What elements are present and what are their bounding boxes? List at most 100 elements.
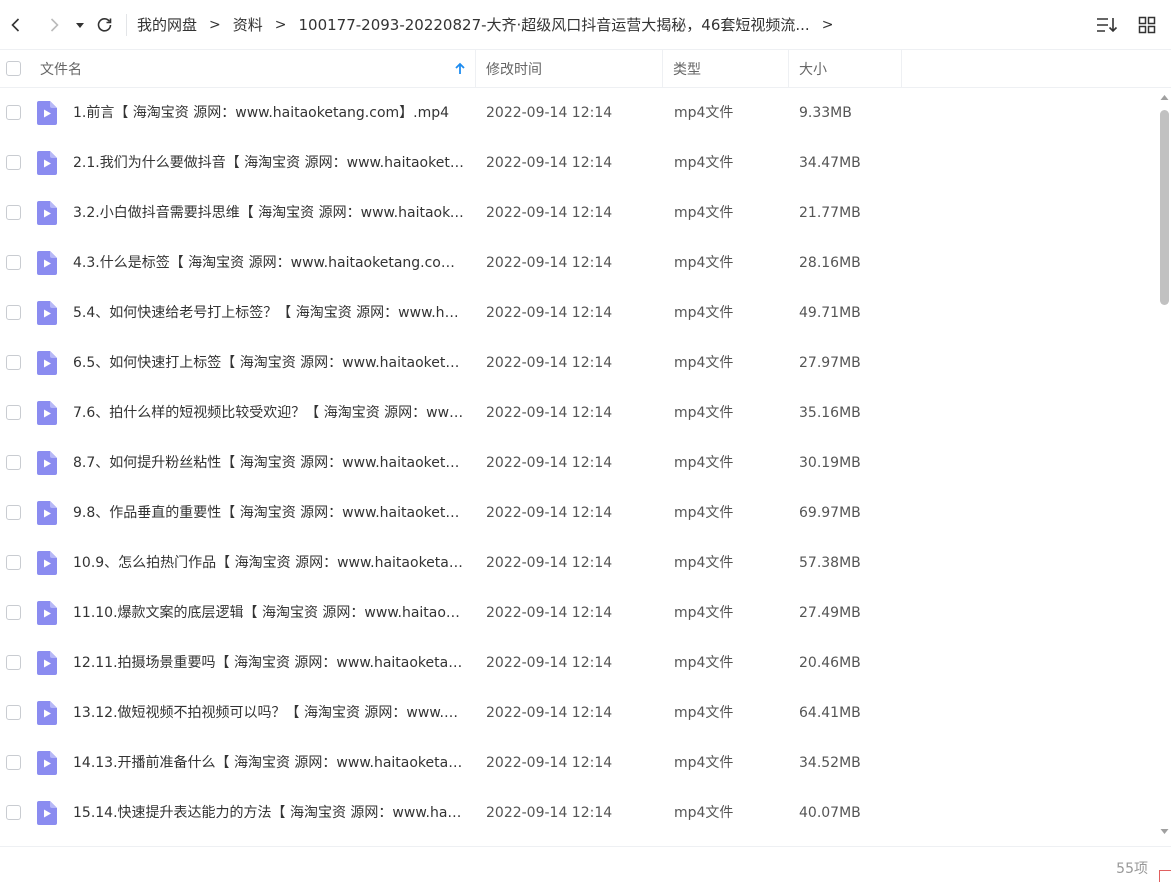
file-name[interactable]: 12.11.拍摄场景重要吗【 海淘宝资 源网：www.haitaoketang.… <box>73 653 465 673</box>
file-name[interactable]: 9.8、作品垂直的重要性【 海淘宝资 源网：www.haitaoketang.c… <box>73 503 465 523</box>
file-name[interactable]: 6.5、如何快速打上标签【 海淘宝资 源网：www.haitaoketang.c… <box>73 353 465 373</box>
file-name[interactable]: 1.前言【 海淘宝资 源网：www.haitaoketang.com】.mp4 <box>73 103 465 123</box>
column-header-name-label: 文件名 <box>40 61 82 78</box>
file-row[interactable]: 2.1.我们为什么要做抖音【 海淘宝资 源网：www.haitaoketang.… <box>0 138 1158 188</box>
file-checkbox[interactable] <box>6 555 21 570</box>
file-modified-time: 2022-09-14 12:14 <box>486 205 613 221</box>
status-bar: 55项 <box>0 846 1171 882</box>
video-file-icon <box>37 601 57 625</box>
file-modified-time: 2022-09-14 12:14 <box>486 705 613 721</box>
file-type: mp4文件 <box>674 755 734 771</box>
video-file-icon <box>37 651 57 675</box>
back-button[interactable] <box>4 13 28 37</box>
column-header-size[interactable]: 大小 <box>789 49 902 88</box>
file-name[interactable]: 11.10.爆款文案的底层逻辑【 海淘宝资 源网：www.haitaoketan… <box>73 603 465 623</box>
file-checkbox[interactable] <box>6 605 21 620</box>
video-file-icon <box>37 401 57 425</box>
breadcrumb-more-separator[interactable]: > <box>822 17 834 33</box>
file-modified-time: 2022-09-14 12:14 <box>486 355 613 371</box>
file-row[interactable]: 6.5、如何快速打上标签【 海淘宝资 源网：www.haitaoketang.c… <box>0 338 1158 388</box>
column-header-type[interactable]: 类型 <box>663 49 789 88</box>
file-name[interactable]: 4.3.什么是标签【 海淘宝资 源网：www.haitaoketang.com】… <box>73 253 465 273</box>
column-header: 文件名 修改时间 类型 大小 <box>0 49 1171 88</box>
file-checkbox[interactable] <box>6 255 21 270</box>
forward-button[interactable] <box>42 13 66 37</box>
file-row[interactable]: 12.11.拍摄场景重要吗【 海淘宝资 源网：www.haitaoketang.… <box>0 638 1158 688</box>
file-type: mp4文件 <box>674 805 734 821</box>
video-file-icon <box>37 201 57 225</box>
file-row[interactable]: 1.前言【 海淘宝资 源网：www.haitaoketang.com】.mp4 2… <box>0 88 1158 138</box>
scrollbar-thumb[interactable] <box>1160 110 1169 305</box>
grid-view-button[interactable] <box>1135 13 1159 37</box>
file-checkbox[interactable] <box>6 355 21 370</box>
select-all-checkbox[interactable] <box>6 61 21 76</box>
video-file-icon <box>37 151 57 175</box>
file-row[interactable]: 10.9、怎么拍热门作品【 海淘宝资 源网：www.haitaoketang.c… <box>0 538 1158 588</box>
file-row[interactable]: 4.3.什么是标签【 海淘宝资 源网：www.haitaoketang.com】… <box>0 238 1158 288</box>
grid-view-icon <box>1138 16 1156 34</box>
scroll-down-arrow-icon[interactable] <box>1160 828 1169 835</box>
file-manager-window: 我的网盘 > 资料 > 100177-2093-20220827-大齐·超级风口… <box>0 0 1171 882</box>
file-checkbox[interactable] <box>6 305 21 320</box>
breadcrumb-item-root[interactable]: 我的网盘 <box>137 14 197 35</box>
file-name[interactable]: 2.1.我们为什么要做抖音【 海淘宝资 源网：www.haitaoketang.… <box>73 153 465 173</box>
file-checkbox[interactable] <box>6 205 21 220</box>
breadcrumb-separator: > <box>209 16 221 33</box>
file-size: 34.52MB <box>799 755 861 771</box>
file-row[interactable]: 14.13.开播前准备什么【 海淘宝资 源网：www.haitaoketang.… <box>0 738 1158 788</box>
file-size: 9.33MB <box>799 105 852 121</box>
video-file-icon <box>37 101 57 125</box>
file-name[interactable]: 3.2.小白做抖音需要抖思维【 海淘宝资 源网：www.haitaoketang… <box>73 203 465 223</box>
video-file-icon <box>37 701 57 725</box>
file-name[interactable]: 5.4、如何快速给老号打上标签？【 海淘宝资 源网：www.haitaoketa… <box>73 303 465 323</box>
file-name[interactable]: 15.14.快速提升表达能力的方法【 海淘宝资 源网：www.haitaoket… <box>73 803 465 823</box>
breadcrumb-item-folder[interactable]: 资料 <box>233 14 263 35</box>
file-checkbox[interactable] <box>6 455 21 470</box>
file-row[interactable]: 11.10.爆款文案的底层逻辑【 海淘宝资 源网：www.haitaoketan… <box>0 588 1158 638</box>
file-type: mp4文件 <box>674 355 734 371</box>
file-checkbox[interactable] <box>6 155 21 170</box>
file-checkbox[interactable] <box>6 705 21 720</box>
file-row[interactable]: 3.2.小白做抖音需要抖思维【 海淘宝资 源网：www.haitaoketang… <box>0 188 1158 238</box>
file-modified-time: 2022-09-14 12:14 <box>486 755 613 771</box>
file-row[interactable]: 5.4、如何快速给老号打上标签？【 海淘宝资 源网：www.haitaoketa… <box>0 288 1158 338</box>
file-checkbox[interactable] <box>6 105 21 120</box>
sort-button[interactable] <box>1095 13 1119 37</box>
nav-divider <box>126 13 127 36</box>
file-size: 49.71MB <box>799 305 861 321</box>
file-row[interactable]: 9.8、作品垂直的重要性【 海淘宝资 源网：www.haitaoketang.c… <box>0 488 1158 538</box>
history-dropdown-button[interactable] <box>72 13 88 37</box>
scroll-up-arrow-icon[interactable] <box>1160 94 1169 101</box>
refresh-button[interactable] <box>92 13 116 37</box>
file-row[interactable]: 13.12.做短视频不拍视频可以吗？【 海淘宝资 源网：www.haitaoke… <box>0 688 1158 738</box>
vertical-scrollbar[interactable] <box>1158 88 1171 846</box>
file-type: mp4文件 <box>674 455 734 471</box>
file-name[interactable]: 7.6、拍什么样的短视频比较受欢迎？【 海淘宝资 源网：www.haitaoke… <box>73 403 465 423</box>
file-checkbox[interactable] <box>6 755 21 770</box>
file-type: mp4文件 <box>674 405 734 421</box>
file-name[interactable]: 13.12.做短视频不拍视频可以吗？【 海淘宝资 源网：www.haitaoke… <box>73 703 465 723</box>
file-modified-time: 2022-09-14 12:14 <box>486 655 613 671</box>
file-row[interactable]: 15.14.快速提升表达能力的方法【 海淘宝资 源网：www.haitaoket… <box>0 788 1158 838</box>
top-navigation-bar: 我的网盘 > 资料 > 100177-2093-20220827-大齐·超级风口… <box>0 0 1171 50</box>
file-size: 28.16MB <box>799 255 861 271</box>
file-row[interactable]: 8.7、如何提升粉丝粘性【 海淘宝资 源网：www.haitaoketang.c… <box>0 438 1158 488</box>
file-name[interactable]: 14.13.开播前准备什么【 海淘宝资 源网：www.haitaoketang.… <box>73 753 465 773</box>
file-name[interactable]: 10.9、怎么拍热门作品【 海淘宝资 源网：www.haitaoketang.c… <box>73 553 465 573</box>
arrow-up-icon <box>455 62 465 74</box>
file-checkbox[interactable] <box>6 405 21 420</box>
file-modified-time: 2022-09-14 12:14 <box>486 605 613 621</box>
file-name[interactable]: 8.7、如何提升粉丝粘性【 海淘宝资 源网：www.haitaoketang.c… <box>73 453 465 473</box>
column-header-modified[interactable]: 修改时间 <box>476 49 663 88</box>
file-row[interactable]: 7.6、拍什么样的短视频比较受欢迎？【 海淘宝资 源网：www.haitaoke… <box>0 388 1158 438</box>
video-file-icon <box>37 501 57 525</box>
breadcrumb-item-current[interactable]: 100177-2093-20220827-大齐·超级风口抖音运营大揭秘，46套短… <box>299 14 810 35</box>
file-checkbox[interactable] <box>6 655 21 670</box>
video-file-icon <box>37 451 57 475</box>
resize-corner <box>1159 870 1171 882</box>
chevron-left-icon <box>11 17 20 32</box>
file-size: 35.16MB <box>799 405 861 421</box>
file-checkbox[interactable] <box>6 505 21 520</box>
column-header-name[interactable]: 文件名 <box>0 49 476 88</box>
file-checkbox[interactable] <box>6 805 21 820</box>
